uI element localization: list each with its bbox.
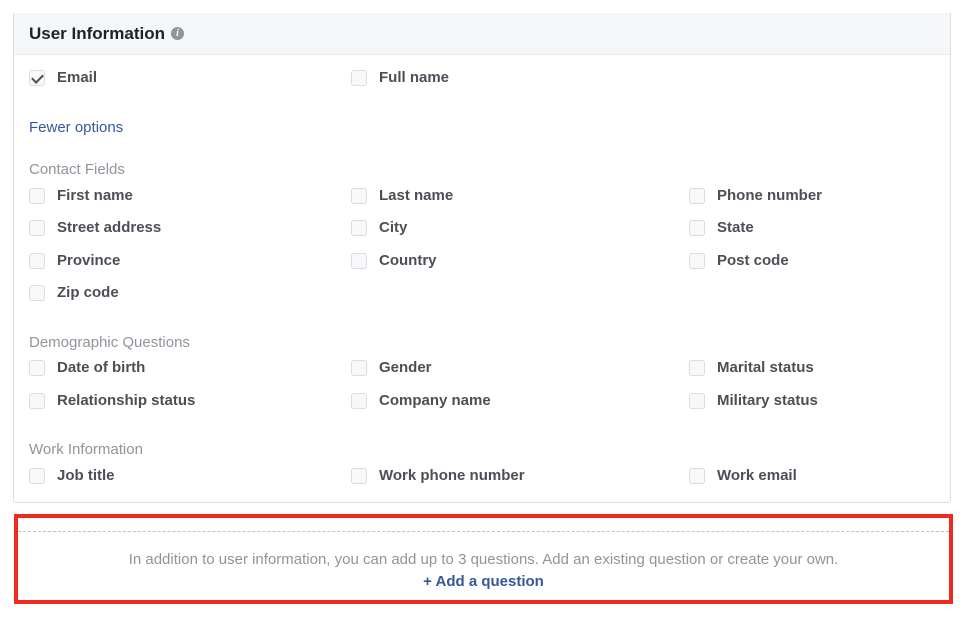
checkbox-label: First name (57, 187, 133, 204)
checkbox-item-zip-code[interactable]: Zip code (29, 284, 119, 301)
email-checkbox[interactable] (29, 69, 45, 86)
work-row-1: Job title Work phone number Work email (29, 467, 937, 489)
full-name-checkbox[interactable] (351, 69, 367, 86)
checkbox-item-first-name[interactable]: First name (29, 187, 133, 204)
marital-status-checkbox[interactable] (689, 359, 705, 376)
checkbox-label: Date of birth (57, 359, 146, 376)
add-question-link[interactable]: + Add a question (423, 573, 544, 590)
checkbox-label: City (379, 219, 408, 236)
custom-questions-section: In addition to user information, you can… (14, 514, 953, 604)
contact-row-4: Zip code (29, 284, 937, 306)
panel-title: User Information (29, 23, 166, 43)
checkbox-item-military-status[interactable]: Military status (689, 392, 818, 409)
checkbox-item-relationship-status[interactable]: Relationship status (29, 392, 195, 409)
checkbox-item-date-of-birth[interactable]: Date of birth (29, 359, 145, 376)
job-title-checkbox[interactable] (29, 467, 45, 484)
checkbox-label: Zip code (57, 284, 119, 301)
checkbox-label: Phone number (717, 187, 823, 204)
demographic-row-1: Date of birth Gender Marital status (29, 359, 937, 381)
checkbox-label: Province (57, 252, 121, 269)
contact-fields-heading: Contact Fields (29, 161, 125, 178)
checkbox-item-gender[interactable]: Gender (351, 359, 432, 376)
checkbox-item-street-address[interactable]: Street address (29, 219, 161, 236)
demographic-questions-heading: Demographic Questions (29, 334, 190, 351)
questions-description: In addition to user information, you can… (128, 551, 839, 568)
work-email-checkbox[interactable] (689, 467, 705, 484)
checkbox-item-job-title[interactable]: Job title (29, 467, 115, 484)
dashed-divider (18, 531, 949, 532)
checkbox-label: Post code (717, 252, 789, 269)
province-checkbox[interactable] (29, 252, 45, 269)
checkbox-item-work-email[interactable]: Work email (689, 467, 797, 484)
country-checkbox[interactable] (351, 252, 367, 269)
city-checkbox[interactable] (351, 219, 367, 236)
basic-fields-row: Email Full name (29, 69, 937, 91)
checkbox-item-marital-status[interactable]: Marital status (689, 359, 814, 376)
zip-code-checkbox[interactable] (29, 284, 45, 301)
checkbox-item-last-name[interactable]: Last name (351, 187, 453, 204)
checkbox-item-full-name[interactable]: Full name (351, 69, 449, 86)
checkbox-item-email[interactable]: Email (29, 69, 97, 86)
checkbox-label: Job title (57, 467, 115, 484)
checkbox-label: Work phone number (379, 467, 525, 484)
first-name-checkbox[interactable] (29, 187, 45, 204)
checkbox-item-city[interactable]: City (351, 219, 407, 236)
phone-number-checkbox[interactable] (689, 187, 705, 204)
street-address-checkbox[interactable] (29, 219, 45, 236)
checkbox-label: Work email (717, 467, 797, 484)
checkbox-item-country[interactable]: Country (351, 252, 437, 269)
contact-row-2: Street address City State (29, 219, 937, 241)
checkbox-item-province[interactable]: Province (29, 252, 120, 269)
checkbox-label: Company name (379, 392, 491, 409)
contact-row-1: First name Last name Phone number (29, 187, 937, 209)
checkbox-label: State (717, 219, 754, 236)
checkbox-label: Full name (379, 69, 450, 86)
checkbox-label: Relationship status (57, 392, 196, 409)
checkbox-label: Last name (379, 187, 454, 204)
checkbox-label: Military status (717, 392, 818, 409)
relationship-status-checkbox[interactable] (29, 392, 45, 409)
contact-row-3: Province Country Post code (29, 252, 937, 274)
user-information-panel: User Information i Email Full name Fewer… (13, 13, 951, 503)
military-status-checkbox[interactable] (689, 392, 705, 409)
fewer-options-link[interactable]: Fewer options (29, 119, 123, 136)
work-information-heading: Work Information (29, 441, 143, 458)
panel-header: User Information i (14, 13, 950, 55)
info-icon[interactable]: i (171, 27, 185, 40)
post-code-checkbox[interactable] (689, 252, 705, 269)
checkbox-label: Country (379, 252, 437, 269)
gender-checkbox[interactable] (351, 359, 367, 376)
last-name-checkbox[interactable] (351, 187, 367, 204)
checkbox-item-work-phone-number[interactable]: Work phone number (351, 467, 525, 484)
company-name-checkbox[interactable] (351, 392, 367, 409)
demographic-row-2: Relationship status Company name Militar… (29, 392, 937, 414)
checkbox-item-phone-number[interactable]: Phone number (689, 187, 822, 204)
checkbox-label: Email (57, 69, 98, 86)
checkbox-item-post-code[interactable]: Post code (689, 252, 789, 269)
date-of-birth-checkbox[interactable] (29, 359, 45, 376)
checkbox-item-company-name[interactable]: Company name (351, 392, 491, 409)
checkbox-item-state[interactable]: State (689, 219, 754, 236)
checkbox-label: Street address (57, 219, 162, 236)
state-checkbox[interactable] (689, 219, 705, 236)
checkbox-label: Marital status (717, 359, 814, 376)
work-phone-number-checkbox[interactable] (351, 467, 367, 484)
checkbox-label: Gender (379, 359, 432, 376)
add-question-container: + Add a question (18, 573, 949, 590)
